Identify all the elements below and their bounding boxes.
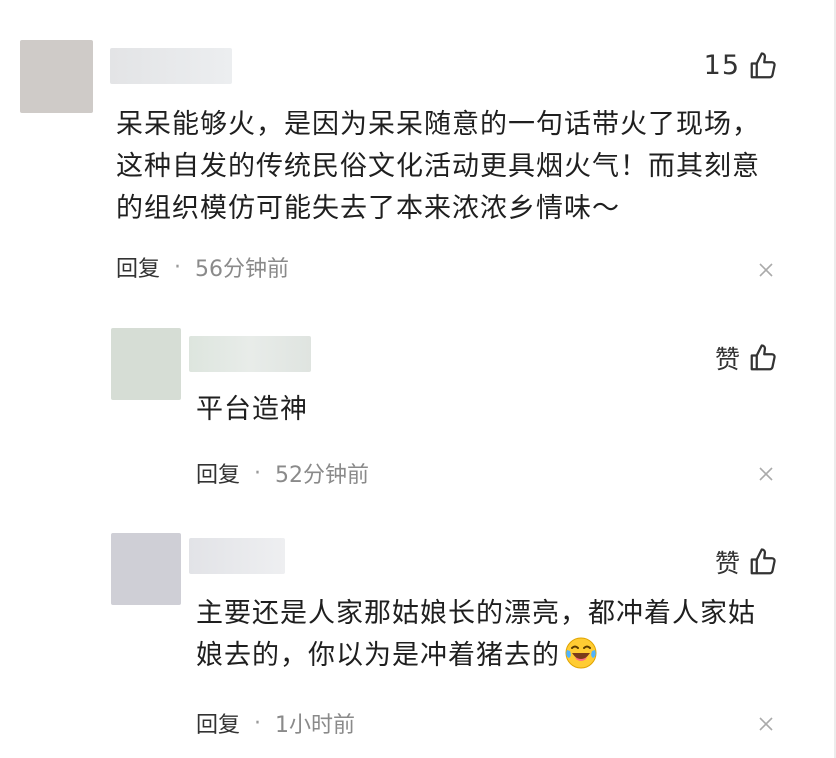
like-button[interactable]: 赞 (715, 340, 778, 376)
close-icon[interactable] (758, 716, 774, 732)
reply-button[interactable]: 回复 (196, 457, 240, 489)
reply-item: 赞 平台造神 回复 · 52分钟前 (0, 300, 836, 510)
comment-text: 呆呆能够火，是因为呆呆随意的一句话带火了现场， 这种自发的传统民俗文化活动更具烟… (116, 104, 760, 230)
comment-meta: 回复 · 1小时前 (196, 707, 355, 739)
comment-line: 的组织模仿可能失去了本来浓浓乡情味～ (116, 193, 620, 224)
comment-line: 这种自发的传统民俗文化活动更具烟火气！而其刻意 (116, 151, 760, 182)
timestamp: 56分钟前 (195, 257, 290, 282)
comment-line: 平台造神 (196, 394, 308, 425)
meta-separator: · (174, 254, 182, 280)
timestamp: 1小时前 (275, 713, 356, 738)
laughing-tears-emoji-icon (565, 637, 597, 669)
reply-item: 赞 主要还是人家那姑娘长的漂亮，都冲着人家姑 娘去的，你以为是冲着猪去的 回复 (0, 510, 836, 758)
comment-text: 平台造神 (196, 389, 308, 431)
comment-item: 15 呆呆能够火，是因为呆呆随意的一句话带火了现场， 这种自发的传统民俗文化活动… (0, 0, 836, 300)
thumbs-up-icon (750, 548, 776, 575)
comment-line: 娘去的，你以为是冲着猪去的 (196, 635, 756, 677)
comment-line-text: 娘去的，你以为是冲着猪去的 (196, 640, 560, 671)
username-blurred[interactable] (110, 48, 232, 84)
close-icon[interactable] (758, 466, 774, 482)
comment-line: 主要还是人家那姑娘长的漂亮，都冲着人家姑 (196, 598, 756, 629)
like-label: 赞 (714, 345, 740, 374)
comment-thread: 15 呆呆能够火，是因为呆呆随意的一句话带火了现场， 这种自发的传统民俗文化活动… (0, 0, 836, 758)
thumbs-up-icon (750, 51, 776, 78)
meta-separator: · (254, 460, 262, 486)
comment-meta: 回复 · 52分钟前 (196, 457, 369, 489)
comment-text: 主要还是人家那姑娘长的漂亮，都冲着人家姑 娘去的，你以为是冲着猪去的 (196, 593, 756, 677)
like-button[interactable]: 赞 (715, 544, 778, 580)
username-blurred[interactable] (189, 336, 311, 372)
like-label: 赞 (714, 549, 740, 578)
close-icon[interactable] (758, 262, 774, 278)
meta-separator: · (254, 710, 262, 736)
comment-line: 呆呆能够火，是因为呆呆随意的一句话带火了现场， (116, 109, 760, 140)
like-button[interactable]: 15 (704, 50, 778, 81)
reply-button[interactable]: 回复 (196, 707, 240, 739)
avatar[interactable] (20, 40, 93, 113)
avatar[interactable] (111, 533, 181, 605)
thumbs-up-icon (750, 344, 776, 371)
comment-meta: 回复 · 56分钟前 (116, 251, 289, 283)
username-blurred[interactable] (189, 538, 285, 574)
reply-button[interactable]: 回复 (116, 251, 160, 283)
avatar[interactable] (111, 328, 181, 400)
timestamp: 52分钟前 (275, 463, 370, 488)
like-count: 15 (703, 50, 740, 81)
